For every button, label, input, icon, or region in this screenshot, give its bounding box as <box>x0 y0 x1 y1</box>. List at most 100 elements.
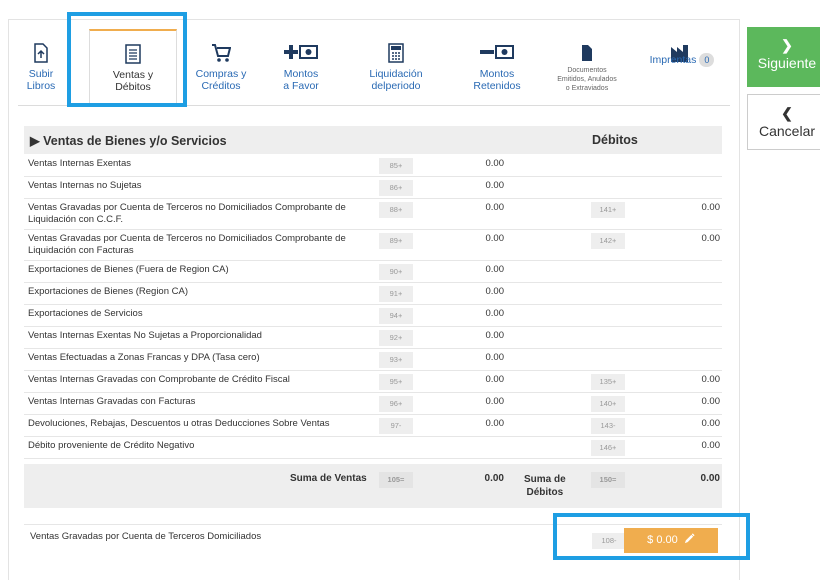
table-row: Débito proveniente de Crédito Negativo 1… <box>24 437 722 459</box>
cancel-button[interactable]: ❮ Cancelar <box>747 94 820 150</box>
row-description: Ventas Gravadas por Cuenta de Terceros n… <box>28 202 346 225</box>
cancel-label: Cancelar <box>758 123 816 139</box>
sum-debitos-value: 0.00 <box>700 473 720 484</box>
tab-label: Ventas y <box>112 69 154 81</box>
amount-value[interactable]: 0.00 <box>444 330 505 341</box>
debit-value[interactable]: 0.00 <box>660 396 721 407</box>
pencil-icon <box>684 533 695 544</box>
casilla-code: 97- <box>379 418 413 434</box>
casilla-code: 143- <box>591 418 625 434</box>
row-description: Débito proveniente de Crédito Negativo <box>28 440 195 451</box>
casilla-code: 91+ <box>379 286 413 302</box>
sum-ventas-label: Suma de Ventas <box>290 473 367 484</box>
sum-debitos-line1: Suma de <box>524 474 566 485</box>
table-row: Devoluciones, Rebajas, Descuentos u otra… <box>24 415 722 437</box>
amount-value[interactable]: 0.00 <box>444 264 505 275</box>
amount-value[interactable]: 0.00 <box>444 233 505 244</box>
list-document-icon <box>125 44 141 64</box>
casilla-code: 86+ <box>379 180 413 196</box>
table-row: Ventas Internas Gravadas con Facturas 96… <box>24 393 722 415</box>
casilla-code: 95+ <box>379 374 413 390</box>
debit-value[interactable]: 0.00 <box>660 233 721 244</box>
tab-liquidacion[interactable]: Liquidación delperiodo <box>358 30 434 104</box>
tab-ventas-debitos[interactable]: Ventas y Débitos <box>89 29 177 105</box>
tab-montos-favor[interactable]: Montos a Favor <box>266 30 336 104</box>
count-badge: 0 <box>699 53 715 67</box>
document-icon <box>582 45 592 61</box>
casilla-code: 93+ <box>379 352 413 368</box>
casilla-code: 142+ <box>591 233 625 249</box>
summary-row: Suma de Ventas 105= 0.00 Suma de Débitos … <box>24 464 722 508</box>
row-description: Ventas Gravadas por Cuenta de Terceros D… <box>30 531 262 542</box>
plus-money-icon <box>284 45 318 59</box>
tab-label: Liquidación <box>369 68 423 80</box>
table-row: Ventas Gravadas por Cuenta de Terceros n… <box>24 199 722 230</box>
amount-value[interactable]: 0.00 <box>444 180 505 191</box>
casilla-code: 146+ <box>591 440 625 456</box>
tab-imprentas-label: Imprentas <box>649 54 697 66</box>
casilla-code: 108- <box>592 533 626 549</box>
amount-value[interactable]: 0.00 <box>444 202 505 213</box>
casilla-code: 141+ <box>591 202 625 218</box>
tab-label: Documentos <box>567 67 607 74</box>
edit-amount-button[interactable]: $ 0.00 <box>624 528 718 553</box>
row-description: Ventas Gravadas por Cuenta de Terceros n… <box>28 233 346 256</box>
amount-value[interactable]: 0.00 <box>444 352 505 363</box>
table-row: Exportaciones de Servicios 94+ 0.00 <box>24 305 722 327</box>
section-header: ▶︎ Ventas de Bienes y/o Servicios Débito… <box>24 126 722 154</box>
tab-label: Montos <box>479 68 515 80</box>
casilla-code: 89+ <box>379 233 413 249</box>
tab-documentos[interactable]: Documentos Emitidos, Anulados o Extravia… <box>546 30 628 104</box>
tab-label: a Favor <box>283 80 319 92</box>
row-description: Exportaciones de Bienes (Fuera de Region… <box>28 264 229 275</box>
casilla-code: 88+ <box>379 202 413 218</box>
casilla-code: 96+ <box>379 396 413 412</box>
amount-value[interactable]: 0.00 <box>444 396 505 407</box>
row-description: Devoluciones, Rebajas, Descuentos u otra… <box>28 418 330 429</box>
casilla-code: 140+ <box>591 396 625 412</box>
caret-right-icon: ▶︎ <box>30 134 40 148</box>
sum-debitos-label: Suma de Débitos <box>524 473 566 499</box>
tab-label: Imprentas 0 <box>642 53 718 67</box>
amount-value[interactable]: 0.00 <box>444 286 505 297</box>
amount-value[interactable]: 0.00 <box>444 418 505 429</box>
row-description: Ventas Internas Exentas <box>28 158 131 169</box>
casilla-code: 90+ <box>379 264 413 280</box>
tab-imprentas[interactable]: Imprentas 0 <box>642 30 718 104</box>
tab-label: Subir <box>28 68 54 80</box>
section-title[interactable]: ▶︎ Ventas de Bienes y/o Servicios <box>30 133 227 148</box>
minus-money-icon <box>480 45 514 59</box>
tab-montos-retenidos[interactable]: Montos Retenidos <box>462 30 532 104</box>
tab-bar: Subir Libros Ventas y Débitos Compras y … <box>18 29 730 106</box>
table-row: Ventas Internas Exentas 85+ 0.00 <box>24 155 722 177</box>
debit-value[interactable]: 0.00 <box>660 440 721 451</box>
tab-label: Libros <box>26 80 56 92</box>
footer-row: Ventas Gravadas por Cuenta de Terceros D… <box>24 524 722 562</box>
casilla-code: 105= <box>379 472 413 488</box>
amount-text: $ 0.00 <box>647 534 678 546</box>
casilla-code: 94+ <box>379 308 413 324</box>
tab-subir-libros[interactable]: Subir Libros <box>18 30 64 104</box>
table-row: Ventas Internas Gravadas con Comprobante… <box>24 371 722 393</box>
chevron-left-icon: ❮ <box>781 105 793 121</box>
debit-value[interactable]: 0.00 <box>660 418 721 429</box>
table-row: Exportaciones de Bienes (Region CA) 91+ … <box>24 283 722 305</box>
casilla-code: 92+ <box>379 330 413 346</box>
calculator-icon <box>388 43 404 63</box>
debit-value[interactable]: 0.00 <box>660 374 721 385</box>
table-row: Exportaciones de Bienes (Fuera de Region… <box>24 261 722 283</box>
amount-value[interactable]: 0.00 <box>444 308 505 319</box>
row-description: Ventas Internas no Sujetas <box>28 180 142 191</box>
tab-label: Montos <box>283 68 319 80</box>
tab-label: Créditos <box>201 80 241 92</box>
amount-value[interactable]: 0.00 <box>444 374 505 385</box>
amount-value[interactable]: 0.00 <box>444 158 505 169</box>
cart-icon <box>212 44 231 62</box>
next-button[interactable]: ❯ Siguiente <box>747 27 820 87</box>
sales-table: Ventas Internas Exentas 85+ 0.00 Ventas … <box>24 155 722 459</box>
debit-value[interactable]: 0.00 <box>660 202 721 213</box>
section-title-text: Ventas de Bienes y/o Servicios <box>43 134 227 148</box>
row-description: Ventas Efectuadas a Zonas Francas y DPA … <box>28 352 260 363</box>
tab-compras-creditos[interactable]: Compras y Créditos <box>186 30 256 104</box>
tab-label: Retenidos <box>473 80 521 92</box>
